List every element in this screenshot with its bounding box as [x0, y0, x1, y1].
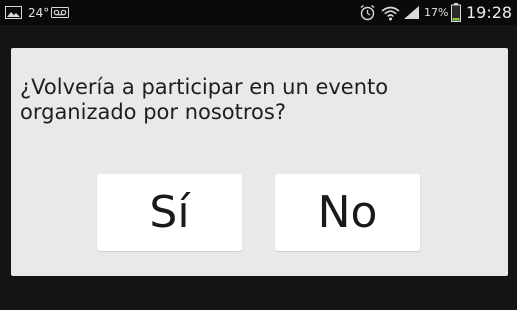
- image-icon: [5, 0, 22, 25]
- survey-dialog: ¿Volvería a participar en un evento orga…: [11, 48, 508, 276]
- wifi-icon: [381, 0, 400, 25]
- temperature-text: 24°: [28, 5, 50, 20]
- voicemail-icon: [51, 0, 69, 25]
- battery-icon: [451, 0, 461, 25]
- signal-icon: [403, 0, 420, 25]
- battery-percent: 17%: [424, 6, 449, 19]
- status-bar: 24° 17% 19:28: [0, 0, 517, 25]
- clock-time: 19:28: [466, 3, 513, 22]
- dialog-question: ¿Volvería a participar en un evento orga…: [20, 75, 389, 124]
- alarm-icon: [359, 0, 376, 25]
- yes-button[interactable]: Sí: [97, 174, 242, 251]
- no-button[interactable]: No: [275, 174, 420, 251]
